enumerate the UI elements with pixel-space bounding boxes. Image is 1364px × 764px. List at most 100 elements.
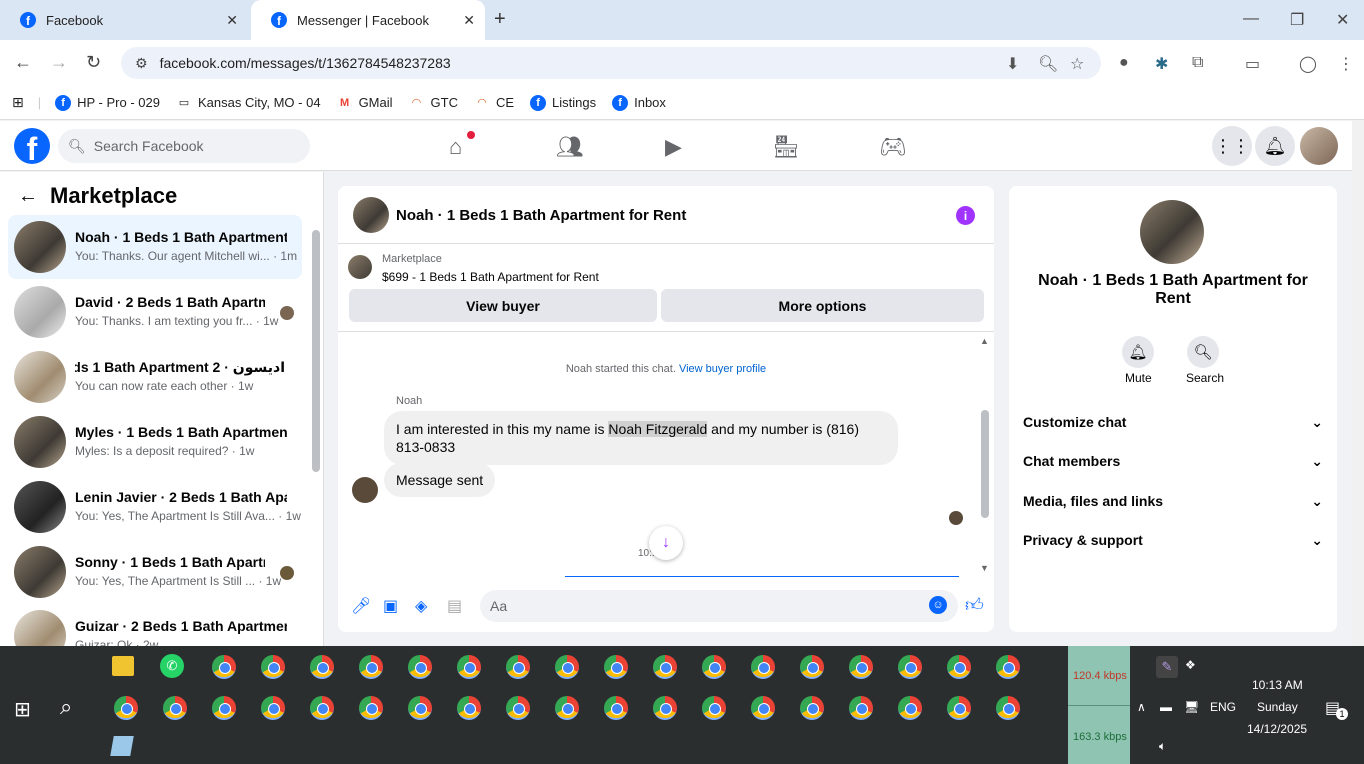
reload-icon[interactable]: ↻ (86, 52, 101, 73)
bookmark-gtc[interactable]: ◠ GTC (409, 95, 458, 111)
bookmark-star-icon[interactable]: ☆ (1070, 54, 1084, 74)
chrome-icon[interactable] (800, 696, 824, 720)
chrome-icon[interactable] (310, 696, 334, 720)
chrome-icon[interactable] (898, 696, 922, 720)
listing-thumbnail[interactable] (353, 197, 389, 233)
gaming-icon[interactable]: 🎮︎ (879, 134, 907, 160)
tab-facebook[interactable]: f Facebook ✕ (0, 0, 248, 40)
network-icon[interactable]: 🖥︎ (1184, 700, 1199, 714)
chrome-icon[interactable] (555, 696, 579, 720)
chrome-icon[interactable] (261, 696, 285, 720)
list-item[interactable]: Guizar · 2 Beds 1 Bath Apartment Guizar:… (8, 604, 302, 646)
bell-icon[interactable]: 🔔︎ (1255, 126, 1295, 166)
chrome-icon[interactable] (751, 696, 775, 720)
scroll-down-arrow-icon[interactable]: ▼ (980, 563, 989, 573)
video-icon[interactable]: ▶ (665, 134, 682, 160)
chrome-icon[interactable] (457, 696, 481, 720)
chrome-icon[interactable] (359, 696, 383, 720)
privacy-support-section[interactable]: Privacy & support ⌄ (1023, 532, 1323, 549)
scrollbar[interactable] (981, 410, 989, 518)
chrome-icon[interactable] (849, 655, 873, 679)
chrome-icon[interactable] (555, 655, 579, 679)
sticker-icon[interactable]: ◈ (415, 596, 427, 616)
chrome-icon[interactable] (212, 655, 236, 679)
chrome-icon[interactable] (996, 655, 1020, 679)
clock-time[interactable]: 10:13 AM (1252, 678, 1303, 692)
tab-messenger[interactable]: f Messenger | Facebook ✕ (251, 0, 485, 40)
close-icon[interactable]: ✕ (463, 12, 475, 29)
bell-icon[interactable]: 🔔︎ (1122, 336, 1154, 368)
back-arrow-icon[interactable]: ← (18, 185, 38, 208)
search-icon[interactable]: ⌕ (60, 694, 72, 720)
scroll-up-icon[interactable]: ▲ (980, 336, 989, 346)
bookmark-ce[interactable]: ◠ CE (474, 95, 514, 111)
view-buyer-button[interactable]: View buyer (349, 289, 657, 322)
marketplace-icon[interactable]: 🏪︎ (772, 134, 800, 160)
clock-day[interactable]: Sunday (1257, 700, 1298, 714)
bookmark-inbox[interactable]: f Inbox (612, 94, 666, 111)
app-icon[interactable] (110, 736, 134, 756)
feather-icon[interactable]: ✎ (1156, 656, 1178, 678)
chrome-icon[interactable] (506, 696, 530, 720)
chrome-icon[interactable] (996, 696, 1020, 720)
menu-icon[interactable]: ⋮ (1338, 54, 1354, 74)
list-item[interactable]: Noah · 1 Beds 1 Bath Apartment ... You: … (8, 215, 302, 279)
chrome-icon[interactable] (702, 696, 726, 720)
list-item[interactable]: David · 2 Beds 1 Bath Apartm... You: Tha… (8, 280, 302, 344)
list-item[interactable]: Myles · 1 Beds 1 Bath Apartment... Myles… (8, 410, 302, 474)
chrome-icon[interactable] (163, 696, 187, 720)
customize-chat-section[interactable]: Customize chat ⌄ (1023, 414, 1323, 431)
menu-grid-icon[interactable]: ⋮⋮ (1212, 126, 1252, 166)
mute-label[interactable]: Mute (1125, 371, 1152, 385)
extension-icon[interactable]: ✱ (1155, 54, 1168, 74)
volume-icon[interactable]: 🔈︎ (1159, 739, 1166, 754)
chrome-icon[interactable] (702, 655, 726, 679)
chrome-icon[interactable] (212, 696, 236, 720)
minimize-icon[interactable]: — (1243, 10, 1259, 28)
gif-icon[interactable]: ▤ (447, 596, 462, 616)
message-bubble[interactable]: Message sent (384, 463, 496, 497)
page-scrollbar[interactable] (1352, 121, 1364, 646)
file-explorer-icon[interactable] (112, 656, 134, 676)
search-icon[interactable]: 🔍︎ (1187, 336, 1219, 368)
chrome-icon[interactable] (898, 655, 922, 679)
chrome-icon[interactable] (947, 696, 971, 720)
extensions-puzzle-icon[interactable]: ⧉ (1192, 54, 1203, 72)
back-icon[interactable]: ← (14, 52, 32, 73)
chrome-icon[interactable] (849, 696, 873, 720)
tab-search-icon[interactable]: ▭ (1245, 54, 1260, 74)
bookmark-kansas-city[interactable]: ▭ Kansas City, MO - 04 (176, 95, 321, 111)
chrome-icon[interactable] (653, 655, 677, 679)
scroll-down-icon[interactable]: ↓ (649, 526, 683, 560)
site-settings-icon[interactable]: ⚙ (135, 55, 148, 72)
scrollbar[interactable] (312, 230, 320, 472)
facebook-logo-icon[interactable]: f (14, 128, 50, 164)
chrome-icon[interactable] (604, 696, 628, 720)
chrome-icon[interactable] (408, 655, 432, 679)
windows-start-icon[interactable]: ⊞ (14, 697, 31, 722)
bookmark-gmail[interactable]: M GMail (337, 95, 393, 111)
listing-price[interactable]: $699 - 1 Beds 1 Bath Apartment for Rent (382, 270, 599, 284)
clock-date[interactable]: 14/12/2025 (1247, 722, 1307, 736)
emoji-icon[interactable]: ☺ (929, 596, 947, 614)
chat-title[interactable]: Noah · 1 Beds 1 Bath Apartment for Rent (396, 207, 686, 224)
bookmark-hp[interactable]: f HP - Pro - 029 (55, 94, 160, 111)
avatar[interactable] (352, 477, 378, 503)
avatar[interactable] (1300, 127, 1338, 165)
address-bar[interactable]: ⚙ facebook.com/messages/t/13627845482372… (121, 47, 1101, 79)
chrome-icon[interactable] (604, 655, 628, 679)
cookie-extension-icon[interactable]: ● (1119, 54, 1129, 72)
close-icon[interactable]: ✕ (226, 12, 238, 29)
chrome-icon[interactable] (947, 655, 971, 679)
list-item[interactable]: Sonny · 1 Beds 1 Bath Apartm... You: Yes… (8, 540, 302, 604)
home-icon[interactable]: ⌂ (449, 134, 462, 160)
chrome-icon[interactable] (800, 655, 824, 679)
list-item[interactable]: اديسون · Beds 1 Bath Apartment 2 You can… (8, 345, 302, 409)
language-indicator[interactable]: ENG (1210, 700, 1236, 714)
info-icon[interactable]: i (956, 206, 975, 225)
media-files-section[interactable]: Media, files and links ⌄ (1023, 493, 1323, 510)
list-item[interactable]: Lenin Javier · 2 Beds 1 Bath Apar... You… (8, 475, 302, 539)
forward-icon[interactable]: → (50, 52, 68, 73)
microphone-icon[interactable]: 🎤︎ (351, 596, 371, 616)
restore-icon[interactable]: ❐ (1290, 10, 1304, 30)
